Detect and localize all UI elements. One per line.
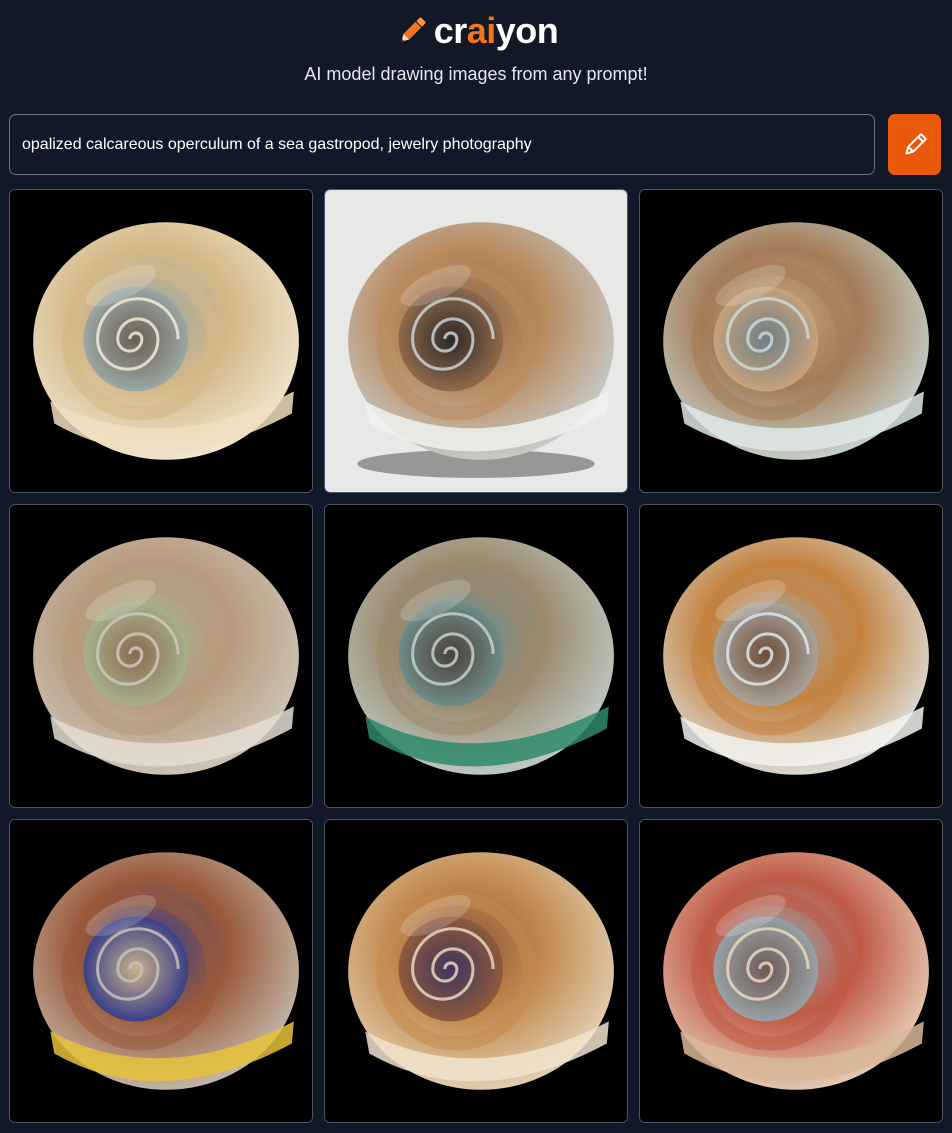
result-image-2[interactable] [324,189,628,493]
shell-image [325,820,627,1122]
shell-image [640,820,942,1122]
craiyon-page: craiyon AI model drawing images from any… [0,0,952,1133]
result-image-6[interactable] [639,504,943,808]
prompt-input[interactable] [9,114,875,175]
result-image-4[interactable] [9,504,313,808]
brand-header[interactable]: craiyon [0,8,952,54]
result-image-3[interactable] [639,189,943,493]
shell-image [10,820,312,1122]
pencil-icon [401,17,426,42]
logo-wordmark: craiyon [433,10,559,51]
draw-button[interactable] [888,114,941,175]
shell-image [10,190,312,492]
shell-image [640,190,942,492]
result-image-9[interactable] [639,819,943,1123]
results-grid [9,189,943,1123]
result-image-8[interactable] [324,819,628,1123]
result-image-7[interactable] [9,819,313,1123]
result-image-1[interactable] [9,189,313,493]
result-image-5[interactable] [324,504,628,808]
shell-image [325,190,627,492]
shell-image [640,505,942,807]
shell-image [10,505,312,807]
pencil-icon [905,132,927,154]
shell-image [325,505,627,807]
tagline: AI model drawing images from any prompt! [304,64,648,84]
